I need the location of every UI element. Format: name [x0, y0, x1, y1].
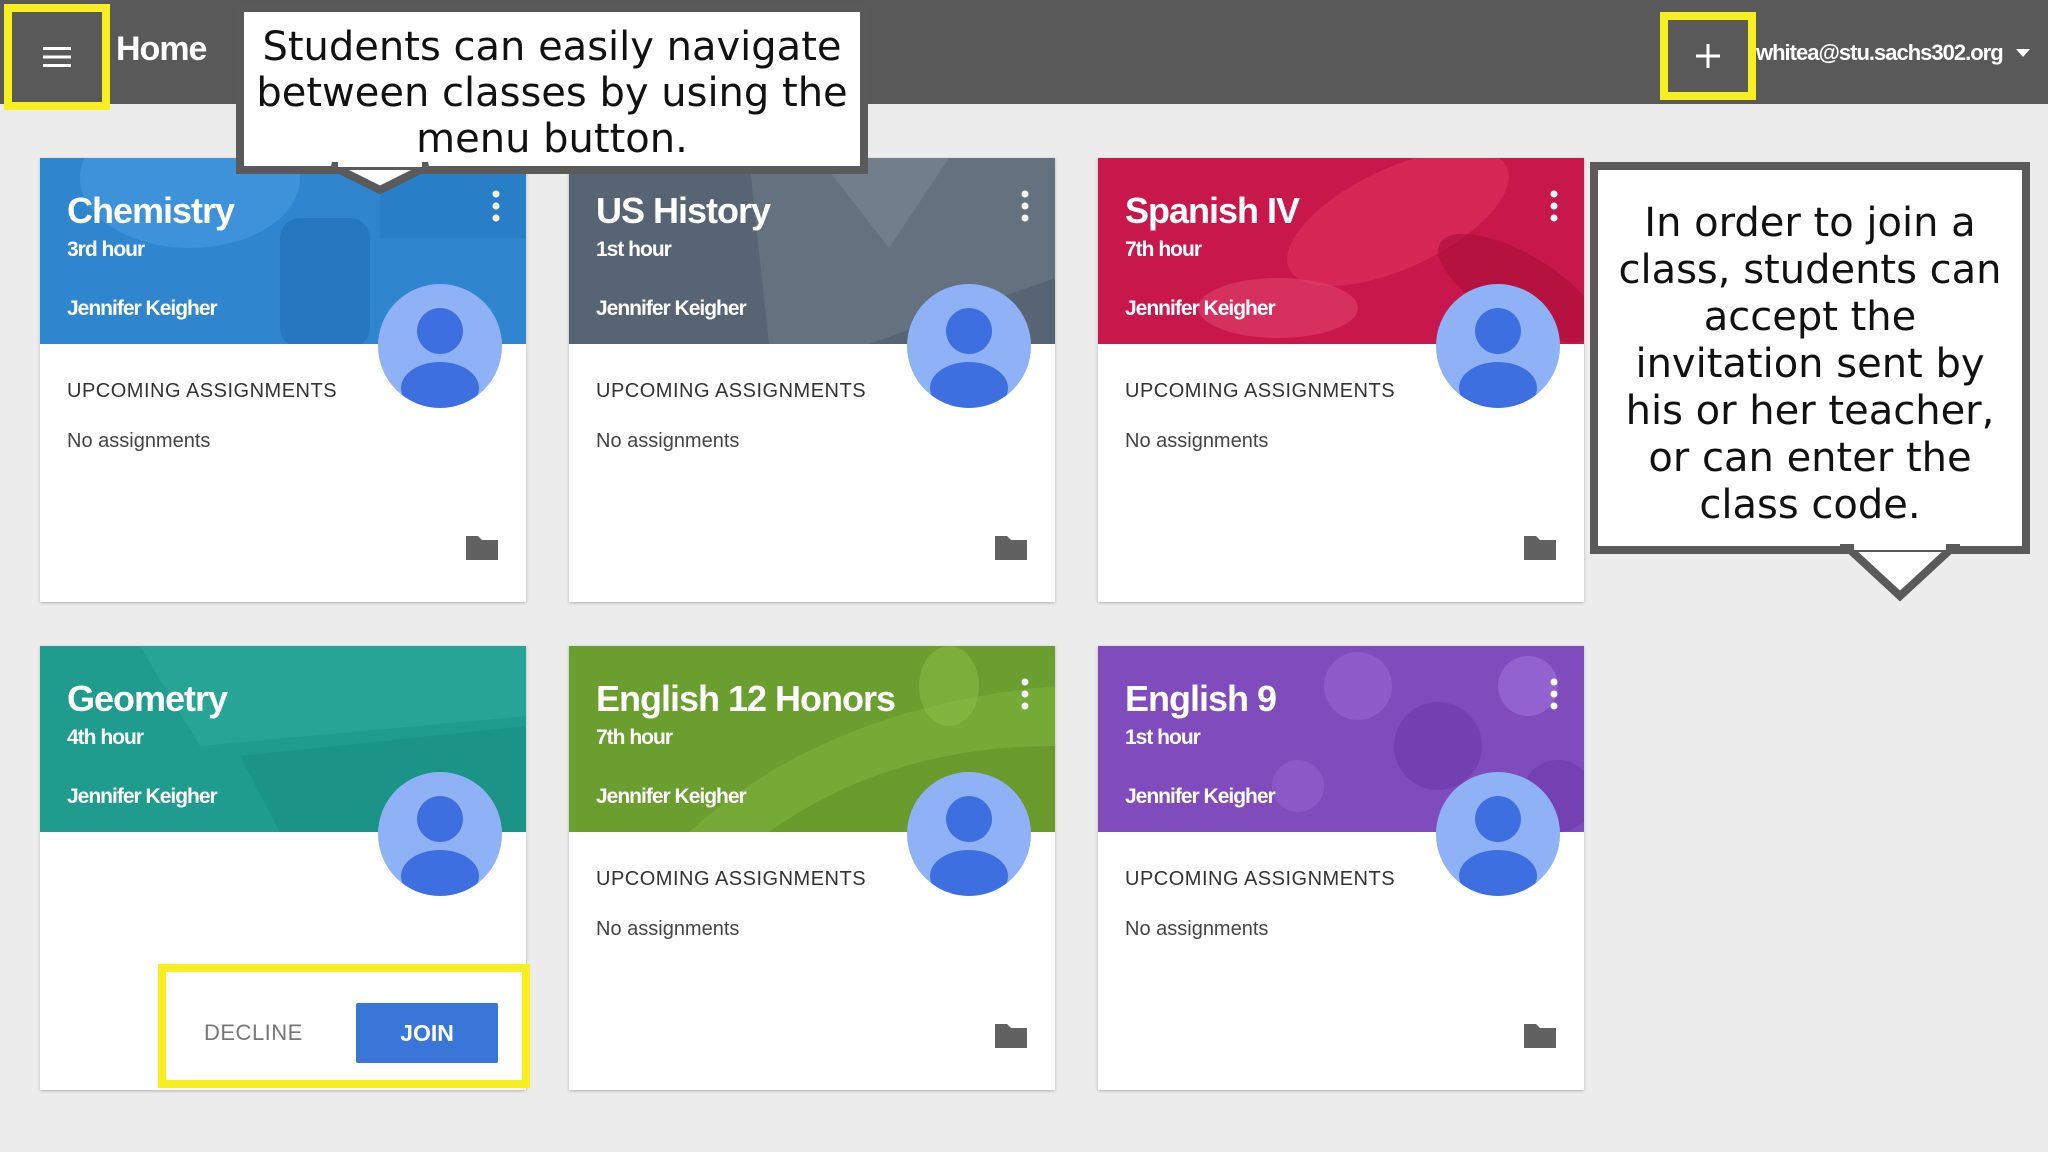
more-options-icon[interactable] [1015, 676, 1035, 712]
class-card-english-12-honors: English 12 Honors 7th hour Jennifer Keig… [569, 646, 1055, 1090]
join-create-class-button[interactable] [1660, 12, 1756, 100]
class-teacher: Jennifer Keigher [596, 297, 747, 320]
class-title: Geometry [67, 678, 228, 719]
person-icon [930, 796, 1008, 896]
class-title: English 12 Honors [596, 678, 896, 719]
folder-icon[interactable] [1522, 1020, 1558, 1050]
person-icon [930, 308, 1008, 408]
teacher-avatar [1436, 772, 1560, 896]
more-options-icon[interactable] [1544, 676, 1564, 712]
person-icon [1459, 308, 1537, 408]
assignments-status: No assignments [596, 430, 740, 452]
join-tip-callout-tail [1840, 540, 1960, 602]
upcoming-assignments-label: UPCOMING ASSIGNMENTS [1125, 380, 1396, 402]
class-card-us-history: US History 1st hour Jennifer Keigher UPC… [569, 158, 1055, 602]
class-teacher: Jennifer Keigher [1125, 785, 1276, 808]
join-button[interactable]: JOIN [356, 1003, 498, 1063]
class-title: US History [596, 190, 771, 231]
assignments-status: No assignments [596, 918, 740, 940]
more-options-icon[interactable] [1015, 188, 1035, 224]
class-section: 7th hour [596, 726, 673, 749]
folder-icon[interactable] [993, 532, 1029, 562]
folder-icon[interactable] [464, 532, 500, 562]
person-icon [401, 796, 479, 896]
more-options-icon[interactable] [1544, 188, 1564, 224]
class-title: English 9 [1125, 678, 1277, 719]
class-teacher: Jennifer Keigher [67, 785, 218, 808]
class-card-spanish-iv: Spanish IV 7th hour Jennifer Keigher UPC… [1098, 158, 1584, 602]
class-section: 1st hour [596, 238, 672, 261]
more-options-icon[interactable] [486, 188, 506, 224]
class-section: 3rd hour [67, 238, 145, 261]
class-section: 7th hour [1125, 238, 1202, 261]
menu-tip-text: Students can easily navigate between cla… [256, 24, 848, 162]
person-icon [1459, 796, 1537, 896]
class-teacher: Jennifer Keigher [596, 785, 747, 808]
class-card-english-9: English 9 1st hour Jennifer Keigher UPCO… [1098, 646, 1584, 1090]
class-section: 1st hour [1125, 726, 1201, 749]
upcoming-assignments-label: UPCOMING ASSIGNMENTS [1125, 868, 1396, 890]
main-menu-button[interactable] [4, 4, 110, 110]
upcoming-assignments-label: UPCOMING ASSIGNMENTS [596, 868, 867, 890]
class-teacher: Jennifer Keigher [67, 297, 218, 320]
dropdown-arrow-icon [2015, 49, 2030, 57]
teacher-avatar [907, 772, 1031, 896]
class-teacher: Jennifer Keigher [1125, 297, 1276, 320]
teacher-avatar [1436, 284, 1560, 408]
join-tip-callout: In order to join a class, students can a… [1590, 162, 2030, 554]
class-title: Chemistry [67, 190, 235, 231]
invitation-actions: DECLINE JOIN [158, 964, 530, 1088]
menu-tip-callout: Students can easily navigate between cla… [236, 4, 868, 174]
account-email: whitea@stu.sachs302.org [1756, 40, 2004, 65]
assignments-status: No assignments [1125, 430, 1269, 452]
class-section: 4th hour [67, 726, 144, 749]
teacher-avatar [378, 772, 502, 896]
class-title: Spanish IV [1125, 190, 1300, 231]
menu-tip-callout-tail [330, 160, 430, 194]
account-switcher[interactable]: whitea@stu.sachs302.org [1756, 40, 2031, 66]
teacher-avatar [378, 284, 502, 408]
folder-icon[interactable] [1522, 532, 1558, 562]
person-icon [401, 308, 479, 408]
upcoming-assignments-label: UPCOMING ASSIGNMENTS [67, 380, 338, 402]
class-card-chemistry: Chemistry 3rd hour Jennifer Keigher UPCO… [40, 158, 526, 602]
assignments-status: No assignments [67, 430, 211, 452]
upcoming-assignments-label: UPCOMING ASSIGNMENTS [596, 380, 867, 402]
page-title: Home [116, 30, 207, 68]
plus-icon [1696, 44, 1720, 68]
teacher-avatar [907, 284, 1031, 408]
assignments-status: No assignments [1125, 918, 1269, 940]
folder-icon[interactable] [993, 1020, 1029, 1050]
hamburger-menu-icon [43, 47, 71, 67]
join-tip-text: In order to join a class, students can a… [1618, 200, 2002, 528]
decline-button[interactable]: DECLINE [204, 1020, 303, 1046]
class-card-geometry: Geometry 4th hour Jennifer Keigher DECLI… [40, 646, 530, 1090]
